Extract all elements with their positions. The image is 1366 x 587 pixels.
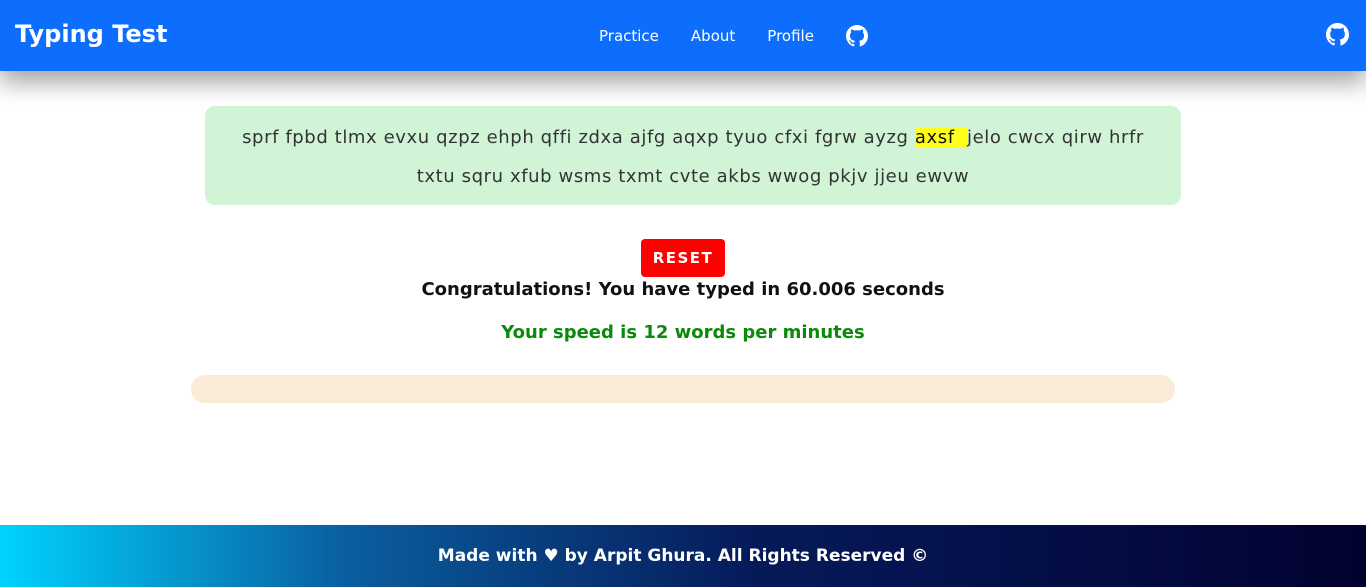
- reset-button[interactable]: RESET: [641, 239, 725, 277]
- nav-link-practice[interactable]: Practice: [599, 27, 659, 45]
- footer: Made with ♥ by Arpit Ghura. All Rights R…: [0, 525, 1366, 587]
- typing-paragraph: sprf fpbd tlmx evxu qzpz ehph qffi zdxa …: [205, 106, 1181, 205]
- result-message: Congratulations! You have typed in 60.00…: [421, 279, 945, 300]
- paragraph-text-before: sprf fpbd tlmx evxu qzpz ehph qffi zdxa …: [242, 127, 915, 148]
- speed-message: Your speed is 12 words per minutes: [501, 322, 865, 343]
- current-word-highlight: axsf: [914, 127, 967, 148]
- nav-links: Practice About Profile: [599, 25, 868, 47]
- navbar: Typing Test Practice About Profile: [0, 0, 1366, 71]
- nav-link-about[interactable]: About: [691, 27, 735, 45]
- github-icon[interactable]: [1326, 23, 1349, 46]
- typing-input[interactable]: [191, 375, 1175, 403]
- brand-title[interactable]: Typing Test: [15, 20, 167, 48]
- nav-link-profile[interactable]: Profile: [767, 27, 814, 45]
- github-icon[interactable]: [845, 25, 868, 47]
